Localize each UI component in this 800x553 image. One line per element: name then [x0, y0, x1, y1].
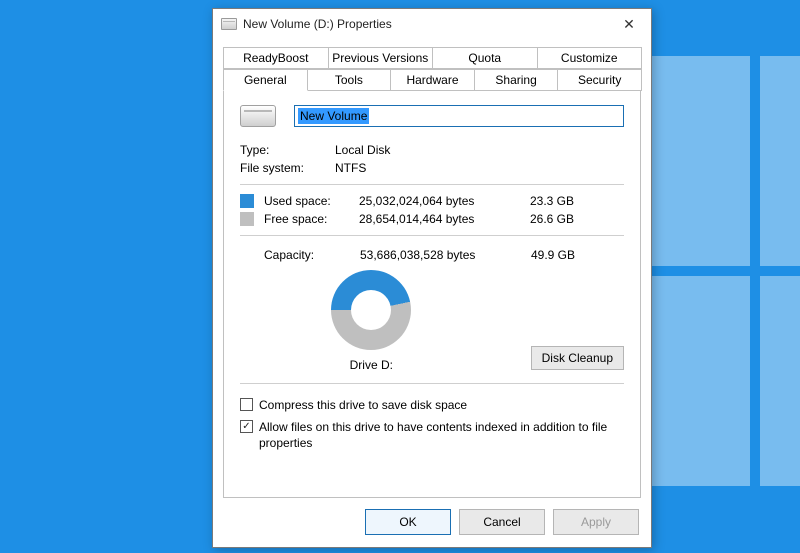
close-button[interactable]: ✕: [609, 10, 649, 38]
separator: [240, 235, 624, 236]
volume-name-input[interactable]: New Volume: [294, 105, 624, 127]
tab-security[interactable]: Security: [557, 69, 642, 91]
tab-customize[interactable]: Customize: [537, 47, 643, 69]
window-title: New Volume (D:) Properties: [243, 17, 609, 31]
index-label: Allow files on this drive to have conten…: [259, 419, 624, 451]
drive-icon: [221, 18, 237, 30]
dialog-buttons: OK Cancel Apply: [213, 499, 651, 547]
ok-button[interactable]: OK: [365, 509, 451, 535]
capacity-label: Capacity:: [240, 248, 360, 262]
separator: [240, 383, 624, 384]
tab-sharing[interactable]: Sharing: [474, 69, 559, 91]
type-label: Type:: [240, 143, 335, 157]
tab-quota[interactable]: Quota: [432, 47, 538, 69]
free-gb: 26.6 GB: [514, 212, 574, 226]
titlebar: New Volume (D:) Properties ✕: [213, 9, 651, 39]
tab-tools[interactable]: Tools: [307, 69, 392, 91]
used-gb: 23.3 GB: [514, 194, 574, 208]
free-bytes: 28,654,014,464 bytes: [359, 212, 514, 226]
tab-readyboost[interactable]: ReadyBoost: [223, 47, 329, 69]
compress-checkbox[interactable]: [240, 398, 253, 411]
used-bytes: 25,032,024,064 bytes: [359, 194, 514, 208]
tabs: ReadyBoost Previous Versions Quota Custo…: [213, 39, 651, 91]
cancel-button[interactable]: Cancel: [459, 509, 545, 535]
separator: [240, 184, 624, 185]
compress-label: Compress this drive to save disk space: [259, 397, 467, 413]
apply-button[interactable]: Apply: [553, 509, 639, 535]
index-checkbox[interactable]: [240, 420, 253, 433]
drive-label: Drive D:: [350, 358, 393, 372]
used-label: Used space:: [264, 194, 359, 208]
free-swatch-icon: [240, 212, 254, 226]
filesystem-label: File system:: [240, 161, 335, 175]
filesystem-value: NTFS: [335, 161, 366, 175]
capacity-gb: 49.9 GB: [515, 248, 575, 262]
tab-general[interactable]: General: [223, 69, 308, 91]
disk-cleanup-button[interactable]: Disk Cleanup: [531, 346, 624, 370]
capacity-bytes: 53,686,038,528 bytes: [360, 248, 515, 262]
tab-previous-versions[interactable]: Previous Versions: [328, 47, 434, 69]
usage-donut-chart: [331, 270, 411, 350]
drive-large-icon: [240, 105, 276, 127]
used-swatch-icon: [240, 194, 254, 208]
type-value: Local Disk: [335, 143, 390, 157]
general-panel: New Volume Type: Local Disk File system:…: [223, 90, 641, 498]
tab-hardware[interactable]: Hardware: [390, 69, 475, 91]
properties-dialog: New Volume (D:) Properties ✕ ReadyBoost …: [212, 8, 652, 548]
free-label: Free space:: [264, 212, 359, 226]
